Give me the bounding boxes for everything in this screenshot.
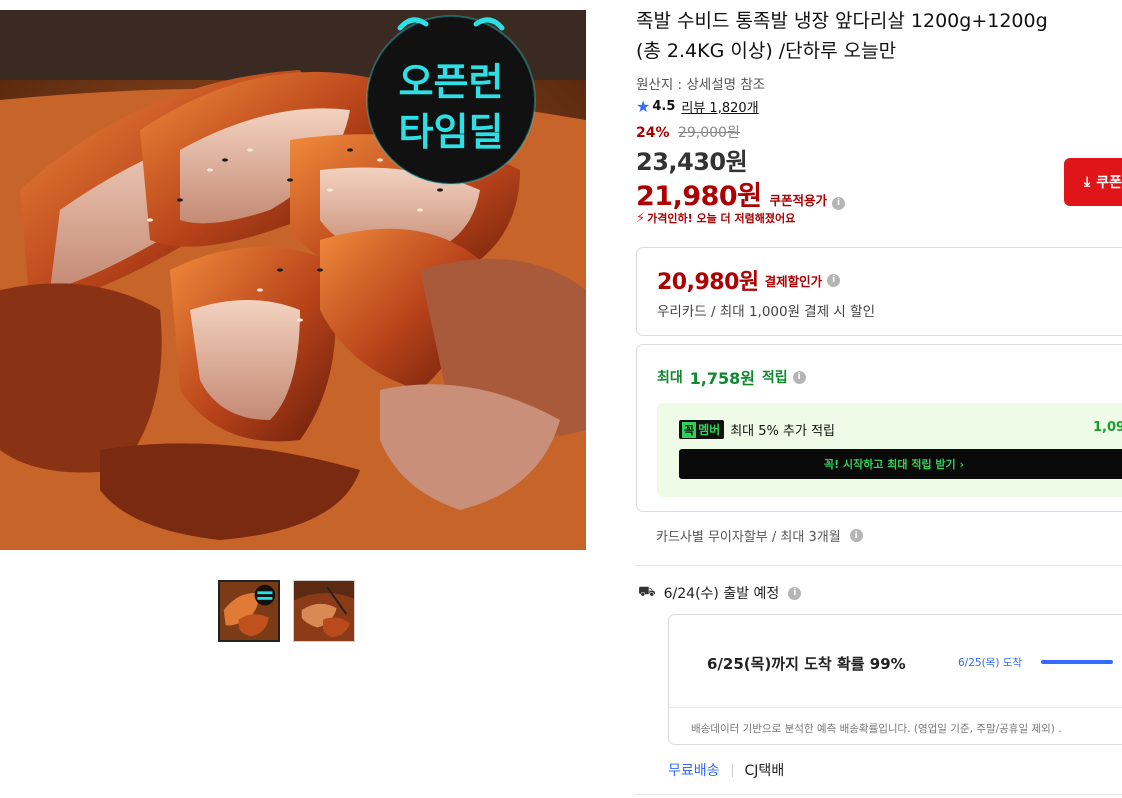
price-drop-icon: ⚡ [636, 210, 646, 226]
shipping-depart: 6/24(수) 출발 예정 [663, 586, 780, 602]
coupon-price-row: 21,980원 쿠폰적용가 i [636, 174, 846, 213]
product-title-line1: 족발 수비드 통족발 냉장 앞다리살 1200g+1200g [636, 10, 1048, 32]
member-badge: 꼭 멤버 [679, 420, 725, 439]
arrival-probability-bar [1041, 660, 1113, 664]
shipping-method-row: 무료배송 CJ택배 [668, 760, 784, 780]
info-icon[interactable]: i [849, 529, 863, 542]
reward-title: 최대 1,758원 적립 i [657, 365, 806, 389]
coupon-button-label: 쿠폰 [1096, 175, 1122, 191]
member-points: 1,09 [1093, 420, 1122, 435]
coupon-download-button[interactable]: ⤓ 쿠폰 [1064, 158, 1122, 206]
thumbnail-list [218, 580, 355, 642]
card-discount-box: 20,980원 결제할인가 i 우리카드 / 최대 1,000원 결제 시 할인 [636, 247, 1122, 336]
installment-row: 카드사별 무이자할부 / 최대 3개월 i [656, 526, 863, 545]
sale-price: 23,430원 [636, 148, 748, 176]
reward-box: 최대 1,758원 적립 i 꼭 멤버 최대 5% 추가 적립 1,09 꼭! … [636, 344, 1122, 512]
divider [669, 707, 1122, 708]
info-icon[interactable]: i [832, 196, 846, 210]
divider [731, 763, 733, 777]
divider [636, 794, 1122, 795]
member-badge-k: 꼭 [682, 421, 697, 438]
reward-prefix: 최대 [657, 370, 683, 386]
divider [636, 565, 1122, 566]
pork-hock-photo: 오픈런 타임딜 [0, 10, 586, 550]
card-discount-label: 결제할인가 [764, 273, 823, 289]
arrival-tag: 6/25(목) 도착 [958, 657, 1023, 669]
product-title-line2: (총 2.4KG 이상) /단하루 오늘만 [636, 40, 897, 62]
delivery-note: 배송데이터 기반으로 분석한 예측 배송확률입니다. (영업일 기준, 주말/공… [691, 723, 1062, 735]
member-desc: 최대 5% 추가 적립 [730, 424, 835, 439]
product-info-panel: 족발 수비드 통족발 냉장 앞다리살 1200g+1200g (총 2.4KG … [636, 0, 1122, 798]
info-icon[interactable]: i [788, 586, 802, 600]
truck-icon: ⛟ [638, 584, 656, 600]
reward-amount: 1,758원 [689, 369, 755, 388]
rating-row: ★ 4.5 리뷰 1,820개 [636, 97, 759, 116]
price-drop-note: ⚡ 가격인하! 오늘 더 저렴해졌어요 [636, 210, 795, 226]
card-discount-price-row: 20,980원 결제할인가 i [657, 264, 841, 296]
price-drop-text: 가격인하! 오늘 더 저렴해졌어요 [647, 212, 796, 225]
member-start-button[interactable]: 꼭! 시작하고 최대 적립 받기 › [679, 449, 1122, 479]
courier-label: CJ택배 [744, 763, 785, 779]
discount-percent: 24% [636, 125, 670, 141]
main-product-image[interactable]: 오픈런 타임딜 [0, 10, 586, 550]
shipping-depart-row: ⛟ 6/24(수) 출발 예정 i [638, 583, 802, 603]
info-icon[interactable]: i [827, 273, 841, 287]
discount-row: 24% 29,000원 [636, 122, 740, 142]
promo-badge-line2: 타임딜 [399, 110, 504, 154]
star-icon: ★ [636, 97, 651, 116]
reward-suffix: 적립 [761, 370, 788, 386]
card-discount-desc: 우리카드 / 최대 1,000원 결제 시 할인 [657, 304, 875, 320]
thumbnail-1[interactable] [218, 580, 280, 642]
arrival-probability-text: 6/25(목)까지 도착 확률 99% [707, 655, 906, 673]
thumbnail-2[interactable] [293, 580, 355, 642]
member-reward-panel: 꼭 멤버 최대 5% 추가 적립 1,09 꼭! 시작하고 최대 적립 받기 › [657, 403, 1122, 497]
download-icon: ⤓ [1084, 174, 1091, 190]
review-count-link[interactable]: 리뷰 1,820개 [681, 97, 758, 116]
origin-text: 원산지 : 상세설명 참조 [636, 77, 766, 93]
member-row: 꼭 멤버 최대 5% 추가 적립 [679, 420, 835, 439]
member-badge-text: 멤버 [698, 423, 721, 437]
original-price: 29,000원 [677, 125, 740, 141]
rating-score: 4.5 [652, 99, 676, 114]
free-shipping-label: 무료배송 [668, 763, 720, 779]
info-icon[interactable]: i [792, 370, 806, 384]
promo-badge-line1: 오픈런 [399, 60, 504, 104]
coupon-price-label: 쿠폰적용가 [769, 193, 828, 208]
product-title: 족발 수비드 통족발 냉장 앞다리살 1200g+1200g (총 2.4KG … [636, 6, 1122, 66]
installment-text: 카드사별 무이자할부 / 최대 3개월 [656, 530, 841, 545]
card-discount-price: 20,980원 [657, 270, 759, 295]
delivery-estimate-box: 6/25(목)까지 도착 확률 99% 6/25(목) 도착 배송데이터 기반으… [668, 614, 1122, 745]
coupon-price: 21,980원 [636, 181, 762, 212]
promo-badge: 오픈런 타임딜 [366, 15, 536, 185]
